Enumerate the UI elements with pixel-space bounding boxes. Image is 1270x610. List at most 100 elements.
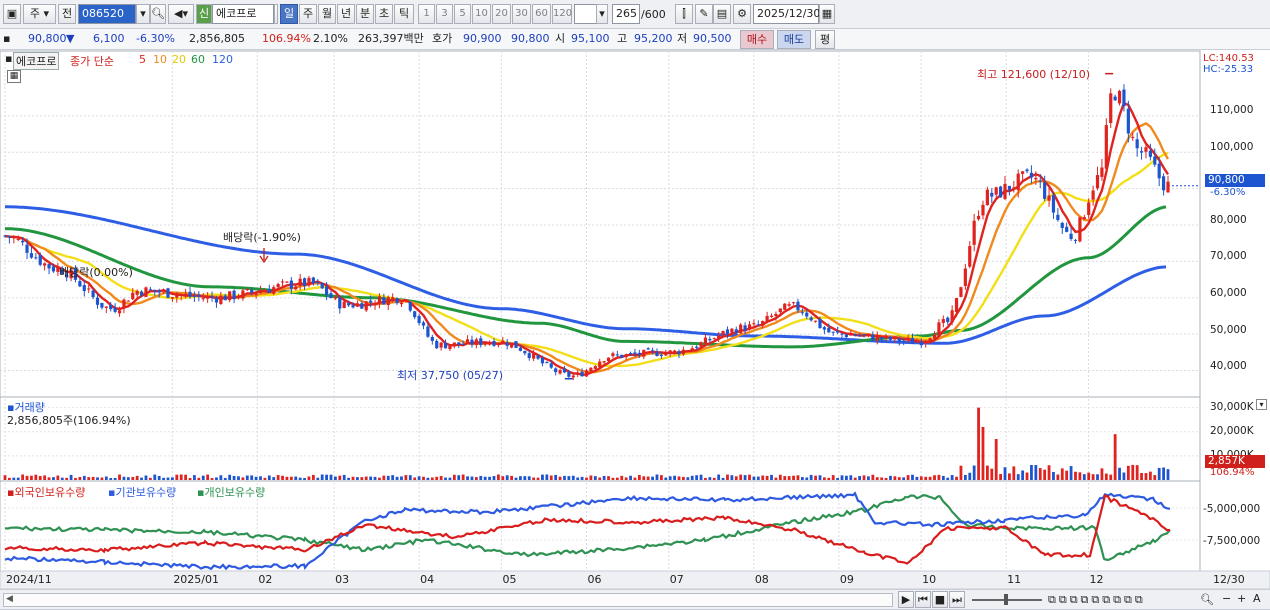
volume-bar <box>250 475 254 480</box>
play-icon[interactable]: ▶ <box>898 591 914 608</box>
volume-bar <box>457 475 461 480</box>
volume-bar <box>435 476 439 480</box>
volume-bar <box>1131 464 1135 480</box>
volume-bar <box>624 477 628 480</box>
volume-bar <box>1021 470 1025 480</box>
y-tick-80000: 80,000 <box>1210 214 1247 226</box>
rewind-icon[interactable]: ⏮ <box>915 591 931 608</box>
volume-bar <box>853 477 857 480</box>
candle-body <box>664 352 668 356</box>
stop-icon[interactable]: ■ <box>932 591 948 608</box>
candle-body <box>968 246 972 267</box>
candle-body <box>148 289 152 291</box>
auto-scale-icon[interactable]: A <box>1253 592 1261 606</box>
candle-body <box>1012 187 1016 189</box>
x-tick-label: 06 <box>587 573 602 586</box>
volume-bar <box>1078 472 1082 480</box>
candle-body <box>540 357 545 364</box>
volume-bar <box>311 474 315 480</box>
volume-bar <box>1012 466 1016 480</box>
candle-body <box>38 255 42 265</box>
volume-bar <box>933 475 936 480</box>
current-pct: -6.30% <box>1210 187 1246 198</box>
volume-bar <box>1003 467 1007 480</box>
volume-bar <box>668 476 672 480</box>
candle-body <box>871 334 875 341</box>
x-tick-label: 03 <box>335 573 350 586</box>
stock-chart[interactable] <box>0 0 1270 610</box>
y-tick-110000: 110,000 <box>1210 104 1254 116</box>
volume-bar <box>959 465 963 480</box>
candle-body <box>206 296 210 299</box>
candle-body <box>646 348 650 350</box>
volume-bar <box>558 476 562 480</box>
volume-bar <box>60 477 64 480</box>
volume-bar <box>38 476 42 480</box>
volume-bar <box>800 477 804 480</box>
volume-bar <box>770 474 773 480</box>
volume-bar <box>699 474 703 480</box>
volume-bar <box>739 474 743 480</box>
candle-body <box>1056 214 1060 221</box>
candle-body <box>673 350 677 353</box>
candle-body <box>294 286 298 290</box>
candle-body <box>915 341 919 343</box>
collapse-icon[interactable]: ▾ <box>1256 399 1267 410</box>
volume-bar <box>210 478 214 480</box>
candle-body <box>884 335 888 338</box>
candle-body <box>998 186 1003 198</box>
volume-bar <box>704 477 707 480</box>
x-tick-label: 2024/11 <box>6 573 52 586</box>
zoom-slider-thumb[interactable] <box>1004 594 1008 605</box>
candle-body <box>946 317 950 323</box>
volume-bar <box>1043 469 1047 480</box>
volume-bar <box>880 477 884 480</box>
candle-body <box>153 289 157 292</box>
candle-body <box>523 350 527 354</box>
candle-body <box>690 348 694 352</box>
candle-body <box>289 280 293 289</box>
volume-bar <box>941 475 945 480</box>
candle-body <box>875 335 879 341</box>
volume-bar <box>682 476 685 480</box>
volume-bar <box>422 476 425 480</box>
candle-body <box>417 315 421 324</box>
view-tool-icons[interactable]: ⧉⧉⧉⧉⧉⧉⧉⧉⧉ <box>1048 593 1146 607</box>
volume-bar <box>56 475 60 480</box>
candle-body <box>501 340 505 345</box>
scrollbar-track[interactable]: ◀ <box>3 593 893 607</box>
table-icon[interactable]: ▦ <box>7 70 21 83</box>
volume-bar <box>461 474 465 480</box>
panel-handle[interactable]: ▪ <box>5 52 12 65</box>
scroll-left-icon[interactable]: ◀ <box>6 594 13 604</box>
volume-bar <box>104 476 108 480</box>
zoom-in-icon[interactable]: + <box>1237 592 1246 606</box>
volume-bar <box>911 474 914 480</box>
volume-bar <box>215 477 218 480</box>
candle-body <box>866 333 871 335</box>
candle-body <box>549 363 553 368</box>
candle-body <box>928 338 932 342</box>
candle-body <box>809 317 813 321</box>
candle-body <box>717 335 721 339</box>
candle-body <box>510 342 514 348</box>
candle-body <box>554 368 558 373</box>
candle-body <box>263 290 267 293</box>
candle-body <box>624 354 628 358</box>
candle-body <box>1087 202 1091 215</box>
volume-bar <box>1069 466 1073 480</box>
candle-body <box>1100 167 1104 177</box>
volume-bar <box>320 474 324 480</box>
candle-body <box>1082 217 1086 220</box>
volume-bar <box>545 474 549 480</box>
forward-icon[interactable]: ⏭ <box>949 591 965 608</box>
candle-body <box>157 290 161 293</box>
volume-bar <box>329 474 333 480</box>
candle-body <box>963 268 967 286</box>
zoom-out-icon[interactable]: − <box>1222 592 1231 606</box>
volume-bar <box>593 476 597 480</box>
zoom-search-icon[interactable]: 🔍︎ <box>1200 593 1214 607</box>
candle-body <box>78 281 82 287</box>
candle-body <box>642 349 646 357</box>
candle-body <box>408 302 412 311</box>
